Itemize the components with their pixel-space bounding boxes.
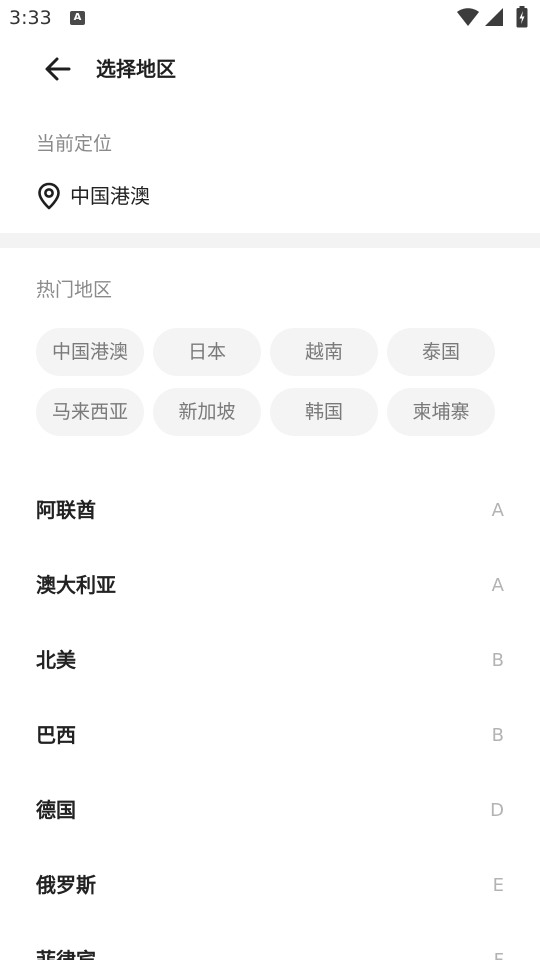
a-icon: A (70, 11, 85, 25)
region-index-letter: D (490, 800, 504, 821)
hot-regions-label: 热门地区 (36, 279, 113, 301)
region-index-letter: E (492, 875, 504, 896)
region-name: 澳大利亚 (36, 573, 116, 597)
region-index-letter: A (491, 575, 504, 596)
region-list-item[interactable]: 阿联酋 A (0, 473, 540, 548)
region-name: 巴西 (36, 723, 76, 747)
region-index-letter: A (491, 500, 504, 521)
page-title: 选择地区 (96, 57, 176, 81)
hot-region-chip[interactable]: 柬埔寨 (387, 388, 495, 436)
hot-region-chip[interactable]: 日本 (153, 328, 261, 376)
app-header: 选择地区 (0, 36, 540, 102)
current-location-name: 中国港澳 (70, 184, 150, 208)
hot-region-chip[interactable]: 韩国 (270, 388, 378, 436)
back-button[interactable] (38, 50, 78, 90)
status-bar: 3:33 A (0, 0, 540, 36)
region-name: 德国 (36, 798, 76, 822)
hot-region-chip[interactable]: 新加坡 (153, 388, 261, 436)
region-name: 俄罗斯 (36, 873, 96, 897)
region-list-item[interactable]: 北美 B (0, 623, 540, 698)
battery-charging-icon (516, 6, 528, 28)
status-icons (456, 6, 532, 28)
hot-region-chip[interactable]: 越南 (270, 328, 378, 376)
hot-region-chip[interactable]: 泰国 (387, 328, 495, 376)
hot-region-chip[interactable]: 中国港澳 (36, 328, 144, 376)
region-list-item[interactable]: 德国 D (0, 773, 540, 848)
cellular-signal-icon (485, 8, 503, 26)
region-name: 北美 (36, 648, 76, 672)
current-location-label: 当前定位 (36, 133, 113, 155)
region-list-item[interactable]: 澳大利亚 A (0, 548, 540, 623)
region-index-letter: B (491, 725, 504, 746)
location-pin-icon (38, 182, 60, 210)
region-name: 阿联酋 (36, 498, 96, 522)
region-name: 菲律宾 (36, 948, 96, 960)
a-icon-glyph: A (73, 12, 82, 23)
wifi-icon (457, 8, 479, 26)
region-list-item[interactable]: 俄罗斯 E (0, 848, 540, 923)
hot-region-chip[interactable]: 马来西亚 (36, 388, 144, 436)
region-list-item[interactable]: 巴西 B (0, 698, 540, 773)
status-time: 3:33 (9, 7, 52, 29)
region-index-letter: F (494, 947, 504, 960)
region-list-item[interactable]: 菲律宾 F (0, 923, 540, 960)
region-index-letter: B (491, 650, 504, 671)
section-divider (0, 233, 540, 248)
arrow-left-icon (45, 57, 71, 81)
